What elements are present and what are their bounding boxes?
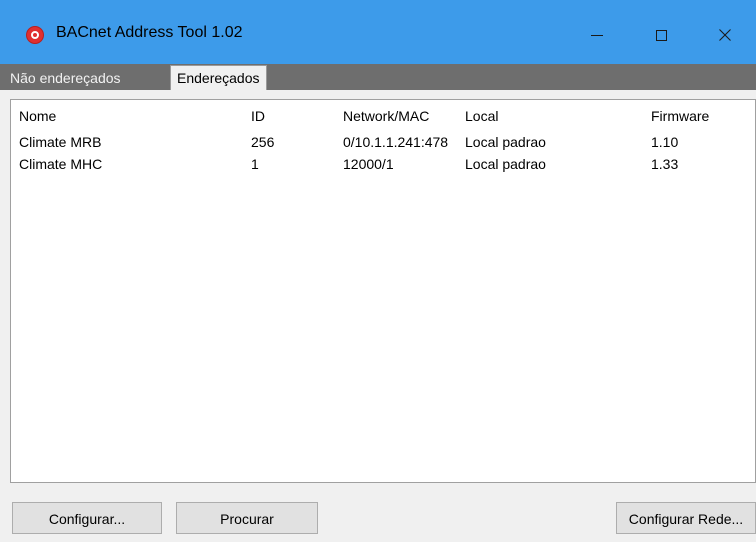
cell-firmware: 1.33	[651, 156, 679, 172]
column-header-firmware[interactable]: Firmware	[651, 105, 751, 127]
device-list[interactable]: Nome ID Network/MAC Local Firmware Clima…	[10, 99, 756, 483]
list-row[interactable]: Climate MHC 1 12000/1 Local padrao 1.33	[11, 153, 755, 175]
cell-nome: Climate MRB	[19, 134, 102, 150]
cell-id: 256	[251, 134, 275, 150]
cell-network-mac: 0/10.1.1.241:478	[343, 134, 449, 150]
column-header-id[interactable]: ID	[251, 105, 331, 127]
tab-nao-enderecados[interactable]: Não endereçados	[4, 67, 127, 90]
close-icon	[719, 29, 731, 41]
close-button[interactable]	[698, 14, 752, 56]
window-title: BACnet Address Tool 1.02	[56, 24, 243, 41]
minimize-button[interactable]	[570, 14, 624, 56]
configurar-rede-button[interactable]: Configurar Rede...	[616, 502, 756, 534]
cell-network-mac: 12000/1	[343, 156, 394, 172]
cell-local: Local padrao	[465, 156, 546, 172]
column-header-local[interactable]: Local	[465, 105, 625, 127]
tab-enderecados[interactable]: Endereçados	[170, 65, 267, 90]
minimize-icon	[591, 34, 603, 36]
procurar-button[interactable]: Procurar	[176, 502, 318, 534]
cell-firmware: 1.10	[651, 134, 679, 150]
maximize-icon	[655, 29, 667, 41]
app-window: BACnet Address Tool 1.02 Não endereçados…	[0, 0, 756, 542]
list-header: Nome ID Network/MAC Local Firmware	[11, 105, 755, 127]
cell-local: Local padrao	[465, 134, 546, 150]
title-bar[interactable]: BACnet Address Tool 1.02	[0, 0, 756, 64]
column-header-network-mac[interactable]: Network/MAC	[343, 105, 463, 127]
list-row[interactable]: Climate MRB 256 0/10.1.1.241:478 Local p…	[11, 131, 755, 153]
configurar-button[interactable]: Configurar...	[12, 502, 162, 534]
app-icon	[26, 26, 44, 44]
column-header-nome[interactable]: Nome	[19, 105, 239, 127]
cell-id: 1	[251, 156, 259, 172]
cell-nome: Climate MHC	[19, 156, 103, 172]
maximize-button[interactable]	[634, 14, 688, 56]
tab-strip: Não endereçados Endereçados	[0, 64, 756, 90]
